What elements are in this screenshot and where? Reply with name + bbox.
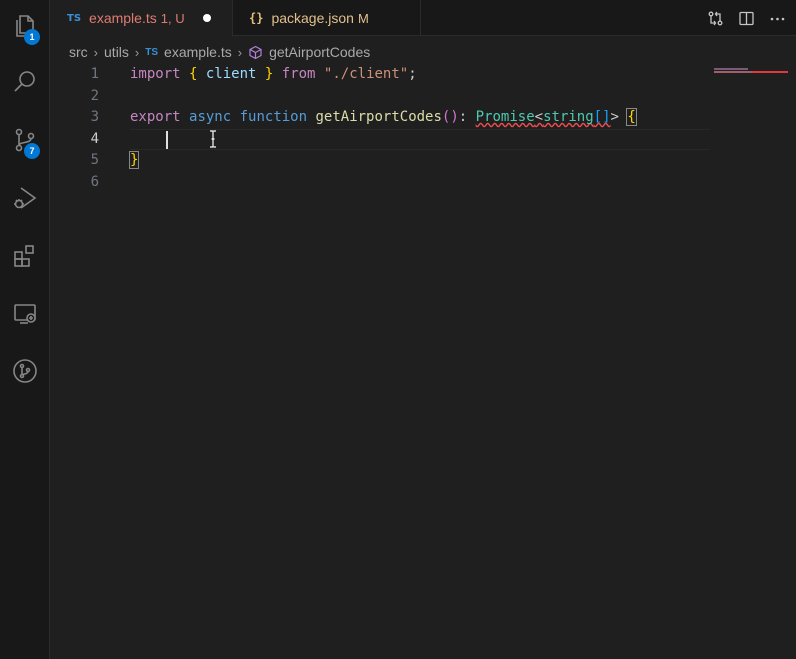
code-token: "./client"	[323, 66, 409, 82]
more-actions-icon[interactable]	[769, 10, 786, 27]
tab-bar: TS example.ts 1, U {} package.json M	[51, 0, 796, 37]
typescript-file-icon: TS	[67, 12, 82, 24]
code-token: }	[128, 151, 140, 169]
code-editor[interactable]: 1 import { client } from "./client"; 2 3 exp…	[51, 64, 796, 659]
git-graph-button[interactable]	[0, 347, 50, 395]
code-token: ()	[441, 109, 459, 125]
source-control-badge: 7	[24, 143, 40, 159]
code-token: export	[130, 109, 181, 125]
code-token: client	[197, 66, 265, 82]
breadcrumb-file[interactable]: example.ts	[164, 44, 232, 60]
tab-package-json[interactable]: {} package.json M	[233, 0, 421, 36]
line-number: 2	[90, 87, 99, 104]
search-icon	[14, 71, 35, 92]
activity-bar: 1 7	[0, 0, 50, 659]
code-token: Promise	[475, 109, 535, 125]
run-debug-icon	[14, 187, 37, 209]
code-token: import	[130, 66, 181, 82]
git-graph-icon	[13, 359, 37, 383]
breadcrumb: src › utils › TS example.ts › getAirport…	[69, 41, 370, 63]
tab-label: package.json	[271, 10, 354, 26]
chevron-right-icon: ›	[134, 44, 140, 60]
minimap[interactable]	[714, 68, 790, 74]
minimap-error	[752, 71, 788, 73]
run-debug-button[interactable]	[0, 174, 50, 222]
breadcrumb-src[interactable]: src	[69, 44, 88, 60]
code-line[interactable]: 5}	[51, 150, 796, 172]
line-number: 6	[90, 173, 99, 190]
remote-explorer-button[interactable]	[0, 290, 50, 338]
code-token: string	[543, 109, 594, 125]
code-token: async	[189, 109, 232, 125]
code-text: import { client } from "./client";	[130, 64, 417, 86]
tab-status: M	[357, 10, 369, 26]
code-token: function	[239, 109, 308, 125]
tab-example-ts[interactable]: TS example.ts 1, U	[51, 0, 233, 37]
code-line[interactable]: 2	[51, 86, 796, 108]
code-text: export async function getAirportCodes():…	[130, 107, 637, 129]
code-token: getAirportCodes	[315, 109, 442, 125]
code-token: []	[593, 109, 611, 125]
search-button[interactable]	[0, 58, 50, 106]
code-line[interactable]: 4	[51, 129, 796, 151]
text-cursor	[166, 131, 168, 149]
chevron-right-icon: ›	[237, 44, 243, 60]
code-token: {	[626, 108, 637, 126]
line-number: 3	[90, 109, 99, 125]
breadcrumb-utils[interactable]: utils	[104, 44, 129, 60]
remote-explorer-icon	[14, 304, 36, 324]
code-token: <	[534, 109, 544, 125]
code-text: }	[128, 150, 140, 172]
source-control-button[interactable]: 7	[0, 116, 50, 164]
line-number: 1	[90, 66, 99, 82]
code-token: >	[610, 109, 619, 125]
open-changes-icon[interactable]	[707, 10, 724, 27]
code-line[interactable]: 6	[51, 172, 796, 194]
ibeam-cursor-icon	[210, 130, 216, 148]
line-number: 5	[90, 152, 99, 168]
editor-actions	[707, 0, 786, 36]
chevron-right-icon: ›	[93, 44, 99, 60]
split-editor-icon[interactable]	[738, 10, 755, 27]
json-file-icon: {}	[249, 11, 264, 25]
tab-label: example.ts	[89, 10, 157, 26]
explorer-badge: 1	[24, 29, 40, 45]
tab-status: 1, U	[160, 10, 185, 26]
extensions-icon	[14, 245, 34, 267]
code-token: :	[458, 109, 476, 125]
explorer-button[interactable]: 1	[0, 2, 50, 50]
unsaved-dot-icon[interactable]	[202, 14, 211, 22]
method-symbol-icon	[248, 45, 263, 60]
code-line[interactable]: 1 import { client } from "./client";	[51, 64, 796, 86]
minimap-line	[714, 68, 748, 70]
breadcrumb-symbol[interactable]: getAirportCodes	[269, 44, 370, 60]
line-number: 4	[90, 130, 99, 147]
code-line[interactable]: 3 export async function getAirportCodes()…	[51, 107, 796, 129]
typescript-file-icon: TS	[145, 46, 159, 58]
code-token: ;	[408, 66, 417, 82]
code-token: from	[281, 66, 316, 82]
extensions-button[interactable]	[0, 232, 50, 280]
